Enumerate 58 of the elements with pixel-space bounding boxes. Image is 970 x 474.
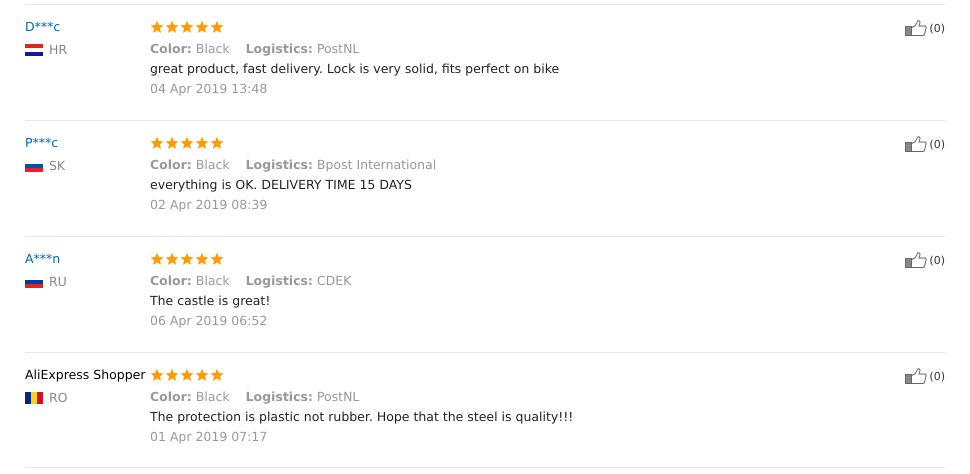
flag-icon — [25, 392, 43, 404]
like-count: (0) — [929, 138, 945, 150]
review-date: 06 Apr 2019 06:52 — [150, 313, 268, 328]
logistics-attribute: Logistics: Bpost International — [246, 157, 436, 172]
flag-icon — [25, 44, 43, 56]
thumbs-up-icon — [905, 136, 928, 152]
color-attribute: Color: Black — [150, 273, 230, 288]
star-icon — [210, 368, 224, 382]
star-icon — [180, 136, 194, 150]
country-code: RO — [49, 390, 68, 405]
review-text: The protection is plastic not rubber. Hope that the steel is quality!!! — [150, 409, 574, 424]
reviewer-link[interactable]: P***c — [25, 134, 150, 152]
like-button[interactable]: (0) — [905, 136, 945, 152]
like-button[interactable]: (0) — [905, 20, 945, 36]
star-icon — [165, 20, 179, 34]
star-icon — [210, 20, 224, 34]
review-date: 04 Apr 2019 13:48 — [150, 81, 268, 96]
reviewer-name: AliExpress Shopper — [25, 366, 146, 384]
star-icon — [150, 20, 164, 34]
review-text: The castle is great! — [150, 293, 272, 308]
thumbs-up-icon — [905, 20, 928, 36]
color-attribute: Color: Black — [150, 157, 230, 172]
star-icon — [180, 368, 194, 382]
star-icon — [210, 136, 224, 150]
star-icon — [210, 252, 224, 266]
thumbs-up-icon — [905, 252, 928, 268]
review-text: great product, fast delivery. Lock is very solid, fits perfect on bike — [150, 61, 560, 76]
country-code: RU — [49, 274, 67, 289]
like-button[interactable]: (0) — [905, 368, 945, 384]
logistics-attribute: Logistics: PostNL — [246, 41, 360, 56]
like-count: (0) — [929, 254, 945, 266]
logistics-attribute: Logistics: PostNL — [246, 389, 360, 404]
star-icon — [150, 136, 164, 150]
star-icon — [180, 20, 194, 34]
like-count: (0) — [929, 22, 945, 34]
star-icon — [195, 20, 209, 34]
logistics-attribute: Logistics: CDEK — [246, 273, 352, 288]
country-code: SK — [49, 158, 66, 173]
star-icon — [165, 136, 179, 150]
star-icon — [165, 368, 179, 382]
country-code: HR — [49, 42, 68, 57]
review-date: 01 Apr 2019 07:17 — [150, 429, 268, 444]
thumbs-up-icon — [905, 368, 928, 384]
star-icon — [165, 252, 179, 266]
star-icon — [195, 252, 209, 266]
like-button[interactable]: (0) — [905, 252, 945, 268]
star-icon — [195, 368, 209, 382]
reviewer-link[interactable]: A***n — [25, 250, 150, 268]
review-date: 02 Apr 2019 08:39 — [150, 197, 268, 212]
review-text: everything is OK. DELIVERY TIME 15 DAYS — [150, 177, 413, 192]
star-icon — [195, 136, 209, 150]
reviewer-link[interactable]: D***c — [25, 18, 150, 36]
color-attribute: Color: Black — [150, 389, 230, 404]
like-count: (0) — [929, 370, 945, 382]
star-icon — [150, 368, 164, 382]
star-icon — [180, 252, 194, 266]
color-attribute: Color: Black — [150, 41, 230, 56]
star-icon — [150, 252, 164, 266]
